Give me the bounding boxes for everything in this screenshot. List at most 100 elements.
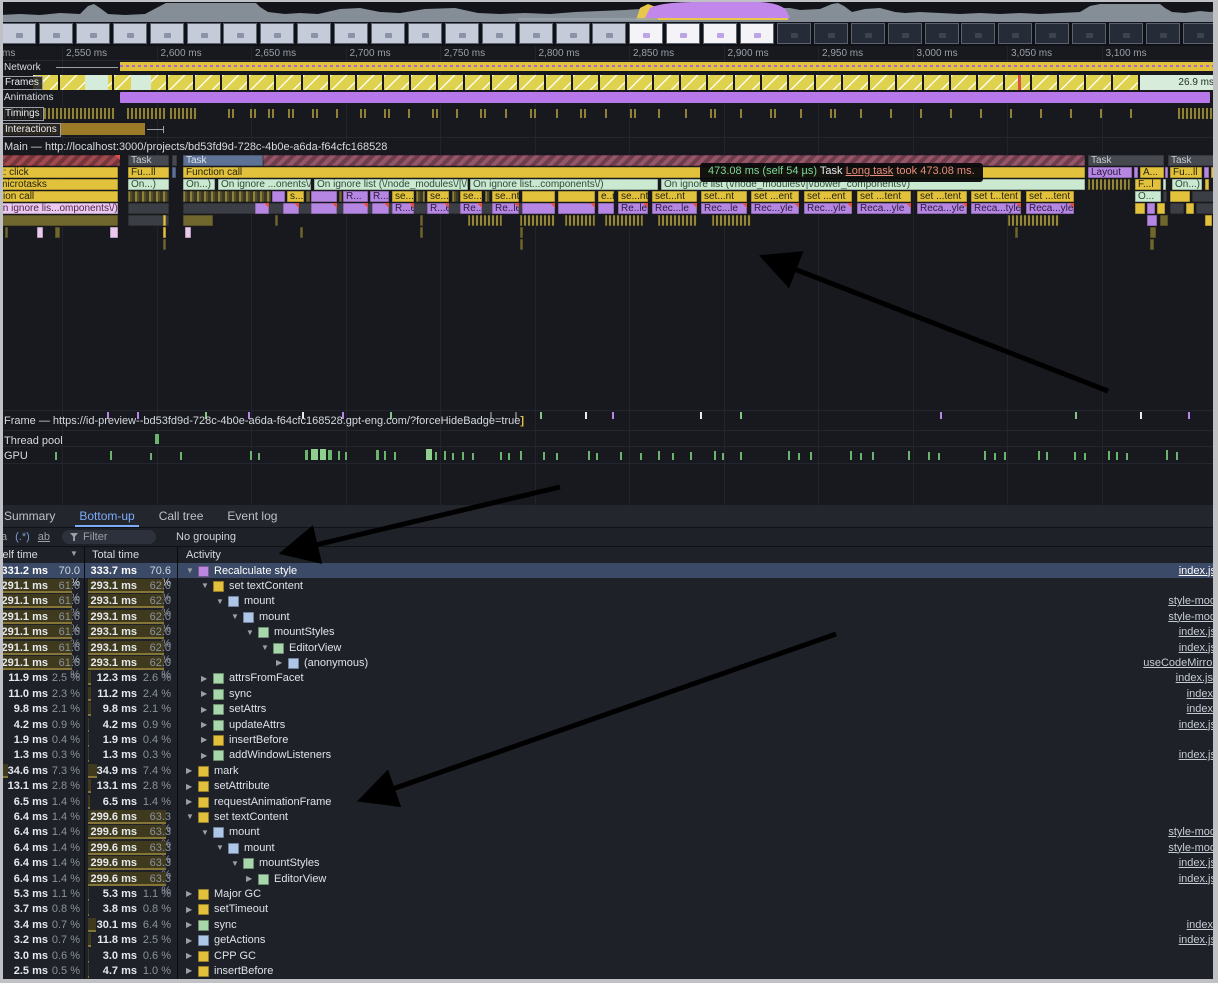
timing-mark[interactable] [658,109,660,118]
table-row[interactable]: 34.6 ms7.3 %34.9 ms7.4 %▶mark [0,763,1218,778]
screenshot-thumbnail[interactable] [925,23,959,44]
tree-expander-icon[interactable]: ▶ [186,920,196,929]
source-link[interactable]: index.js [1179,626,1216,638]
timing-mark[interactable] [710,109,712,118]
screenshot-thumbnail[interactable] [703,23,737,44]
tree-expander-icon[interactable]: ▶ [201,720,211,729]
flame-segment[interactable] [183,215,213,226]
table-row[interactable]: 291.1 ms61.6 %293.1 ms62.0 %▼mountStyles… [0,625,1218,640]
flame-segment[interactable]: set ...tent [917,191,967,202]
screenshot-thumbnail[interactable] [260,23,294,44]
frame-block[interactable] [816,75,841,90]
timeline-overview[interactable] [0,0,1218,22]
flame-segment[interactable] [1163,191,1167,202]
timing-mark[interactable] [360,109,362,118]
screenshot-thumbnail[interactable] [814,23,848,44]
long-task-link[interactable]: Long task [846,165,894,177]
table-row[interactable]: 291.1 ms61.6 %293.1 ms62.0 %▼mountstyle-… [0,594,1218,609]
flame-segment[interactable] [520,227,523,238]
flame-segment[interactable]: se..nt [492,191,519,202]
frame-block[interactable] [384,75,409,90]
timing-mark[interactable] [800,109,802,118]
regex-icon[interactable]: (.*) [15,531,30,543]
frame-block[interactable] [924,75,949,90]
flame-segment[interactable]: set...nt [701,191,747,202]
timing-mark[interactable] [770,109,772,118]
flame-segment[interactable]: Reca...yle [917,203,967,214]
flame-segment[interactable]: Fu...ll [1170,167,1202,178]
flame-segment[interactable] [485,191,490,202]
table-row[interactable]: 4.2 ms0.9 %4.2 ms0.9 %▶updateAttrsindex.… [0,717,1218,732]
screenshot-thumbnail[interactable] [113,23,147,44]
timing-mark[interactable] [740,109,742,118]
frame-block[interactable] [762,75,787,90]
flame-segment[interactable]: On...) [1172,179,1202,190]
flame-segment[interactable] [1160,215,1168,226]
source-link[interactable]: index.js [1179,934,1216,946]
timing-mark[interactable] [890,109,892,118]
tree-expander-icon[interactable]: ▶ [186,782,196,791]
screenshot-thumbnail[interactable] [592,23,626,44]
flame-segment[interactable] [1170,191,1190,202]
timing-mark[interactable] [388,109,390,118]
timing-mark[interactable] [312,109,314,118]
flame-segment[interactable]: Re..le [492,203,519,214]
tree-expander-icon[interactable]: ▼ [201,828,211,837]
table-row[interactable]: 11.0 ms2.3 %11.2 ms2.4 %▶syncindex. [0,686,1218,701]
screenshot-thumbnail[interactable] [1183,23,1217,44]
flame-segment[interactable] [128,191,169,202]
source-link[interactable]: index. [1187,703,1216,715]
flame-segment[interactable] [1205,215,1212,226]
flame-segment[interactable]: set ...ent [751,191,799,202]
frame-block[interactable] [60,75,85,90]
flame-segment[interactable]: Event: click [0,167,118,178]
sort-descending-icon[interactable]: ▼ [70,549,78,558]
filter-input[interactable]: Filter [62,530,156,544]
flame-segment[interactable]: se...t [460,191,482,202]
screenshot-thumbnail[interactable] [334,23,368,44]
source-link[interactable]: style-mod [1168,595,1216,607]
frame-block[interactable] [951,75,976,90]
flame-segment[interactable] [605,215,643,226]
flame-segment[interactable] [37,227,43,238]
source-link[interactable]: index.js [1179,565,1216,577]
flame-segment[interactable]: se...nt [618,191,648,202]
column-divider[interactable] [84,547,85,983]
source-link[interactable]: index. [1187,688,1216,700]
tree-expander-icon[interactable]: ▼ [231,612,241,621]
flame-segment[interactable]: On ignore ...onents\/) [218,179,311,190]
timing-mark[interactable] [228,109,230,118]
flame-segment[interactable] [372,203,389,214]
flame-segment[interactable] [1147,215,1157,226]
screenshot-thumbnail[interactable] [888,23,922,44]
frame-block[interactable] [465,75,490,90]
timing-mark[interactable] [950,109,952,118]
source-link[interactable]: useCodeMirror [1143,657,1216,669]
frame-block[interactable] [978,75,1003,90]
source-link[interactable]: index.js [1179,873,1216,885]
flame-segment[interactable] [163,239,166,250]
column-divider[interactable] [177,547,178,983]
flame-segment[interactable] [1134,167,1138,178]
flame-segment[interactable]: On ignore list (\/node_modules\/|\/bower… [314,179,468,190]
screenshot-thumbnail[interactable] [519,23,553,44]
table-row[interactable]: 291.1 ms61.6 %293.1 ms62.0 %▼mountstyle-… [0,609,1218,624]
timing-mark[interactable] [556,109,558,118]
table-row[interactable]: 6.4 ms1.4 %299.6 ms63.3 %▼mountStylesind… [0,856,1218,871]
table-row[interactable]: 6.4 ms1.4 %299.6 ms63.3 %▼mountstyle-mod [0,825,1218,840]
table-row[interactable]: 11.9 ms2.5 %12.3 ms2.6 %▶attrsFromFaceti… [0,671,1218,686]
screenshot-thumbnail[interactable] [1109,23,1143,44]
tree-expander-icon[interactable]: ▼ [216,843,226,852]
flame-segment[interactable] [522,191,555,202]
flame-segment[interactable]: R... [343,191,368,202]
flame-segment[interactable]: Task [128,155,169,166]
tree-expander-icon[interactable]: ▶ [186,951,196,960]
flame-segment[interactable] [558,191,595,202]
frame-block[interactable] [411,75,436,90]
flame-segment[interactable] [163,215,166,226]
source-link[interactable]: style-mod [1168,826,1216,838]
timing-mark[interactable] [432,109,434,118]
screenshot-thumbnail[interactable] [76,23,110,44]
timing-mark[interactable] [254,109,256,118]
flame-segment[interactable] [185,227,191,238]
